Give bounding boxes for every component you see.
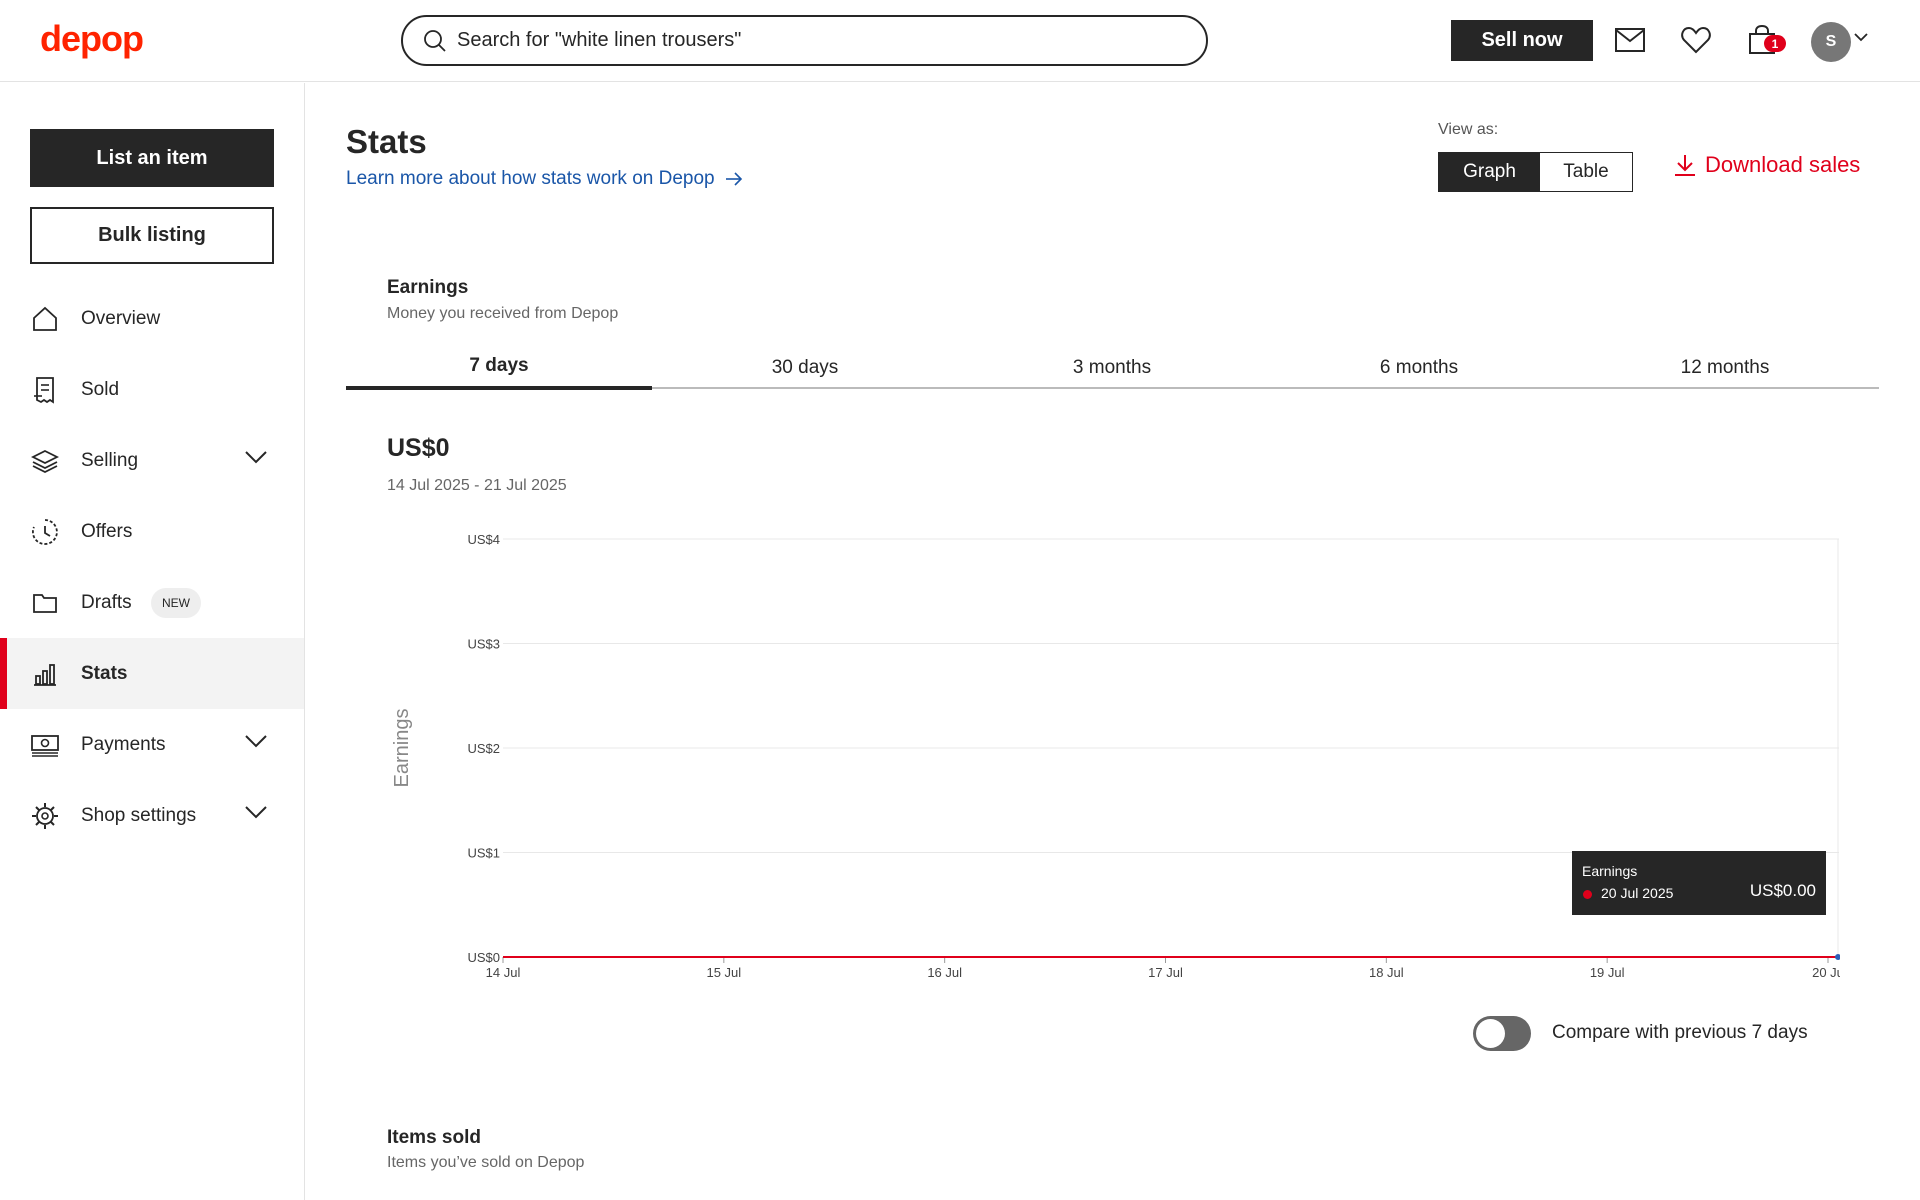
clock-arrow-icon bbox=[30, 517, 60, 547]
chart-tooltip: Earnings 20 Jul 2025 US$0.00 bbox=[1572, 851, 1826, 915]
sell-now-button[interactable]: Sell now bbox=[1451, 20, 1593, 61]
list-item-button[interactable]: List an item bbox=[30, 129, 274, 187]
sidebar-item-label: Drafts bbox=[81, 591, 132, 613]
series-end-point bbox=[1835, 954, 1841, 960]
receipt-icon bbox=[30, 375, 60, 405]
earnings-subtitle: Money you received from Depop bbox=[387, 305, 619, 322]
chevron-down-icon[interactable] bbox=[244, 733, 268, 749]
tab-12-months[interactable]: 12 months bbox=[1572, 346, 1878, 389]
y-tick-label: US$2 bbox=[467, 741, 500, 756]
layers-icon bbox=[30, 446, 60, 476]
top-header: depop Sell now 1 S bbox=[0, 0, 1920, 82]
sidebar: List an item Bulk listing Overview Sold … bbox=[0, 83, 305, 1200]
view-graph-button[interactable]: Graph bbox=[1439, 153, 1540, 191]
bulk-listing-button[interactable]: Bulk listing bbox=[30, 207, 274, 264]
sidebar-item-label: Sold bbox=[81, 378, 120, 400]
sidebar-item-label: Payments bbox=[81, 733, 166, 755]
sidebar-item-label: Selling bbox=[81, 449, 139, 471]
x-tick-label: 15 Jul bbox=[706, 965, 741, 980]
view-toggle: Graph Table bbox=[1438, 152, 1633, 192]
tab-6-months[interactable]: 6 months bbox=[1266, 346, 1572, 389]
new-badge: NEW bbox=[151, 587, 201, 618]
search-bar[interactable] bbox=[401, 15, 1208, 66]
cart-count-badge: 1 bbox=[1764, 35, 1786, 52]
sidebar-item-label: Shop settings bbox=[81, 804, 197, 826]
learn-more-link[interactable]: Learn more about how stats work on Depop bbox=[346, 168, 743, 190]
tooltip-date: 20 Jul 2025 bbox=[1601, 885, 1674, 901]
x-tick-label: 20 Ju bbox=[1812, 965, 1840, 980]
sidebar-item-sold[interactable]: Sold bbox=[0, 354, 304, 425]
sidebar-item-overview[interactable]: Overview bbox=[0, 283, 304, 354]
period-tabs: 7 days 30 days 3 months 6 months 12 mont… bbox=[346, 346, 1879, 390]
y-tick-label: US$0 bbox=[467, 950, 500, 965]
sidebar-item-stats[interactable]: Stats bbox=[0, 638, 304, 709]
items-sold-subtitle: Items you’ve sold on Depop bbox=[387, 1154, 585, 1171]
folder-icon bbox=[30, 588, 60, 618]
tooltip-series-dot bbox=[1583, 890, 1592, 899]
earnings-amount: US$0 bbox=[387, 434, 450, 462]
x-tick-label: 19 Jul bbox=[1590, 965, 1625, 980]
arrow-right-icon bbox=[725, 172, 742, 186]
compare-label: Compare with previous 7 days bbox=[1552, 1022, 1808, 1043]
avatar[interactable]: S bbox=[1811, 22, 1851, 62]
messages-icon[interactable] bbox=[1612, 22, 1648, 58]
toggle-knob bbox=[1476, 1019, 1505, 1048]
x-tick-label: 16 Jul bbox=[927, 965, 962, 980]
banknote-icon bbox=[30, 730, 60, 760]
depop-logo[interactable]: depop bbox=[40, 18, 144, 60]
x-tick-label: 14 Jul bbox=[486, 965, 521, 980]
y-tick-label: US$4 bbox=[467, 532, 500, 547]
tooltip-value: US$0.00 bbox=[1749, 881, 1816, 900]
learn-more-label: Learn more about how stats work on Depop bbox=[346, 168, 715, 189]
sidebar-item-selling[interactable]: Selling bbox=[0, 425, 304, 496]
sidebar-item-payments[interactable]: Payments bbox=[0, 709, 304, 780]
tooltip-title: Earnings bbox=[1582, 863, 1638, 879]
view-table-button[interactable]: Table bbox=[1540, 153, 1632, 191]
gear-icon bbox=[30, 801, 60, 831]
earnings-chart-svg: US$0 US$1 US$2 US$3 US$4 14 Jul 15 Jul 16 Jul 17… bbox=[391, 532, 1844, 980]
search-input[interactable] bbox=[457, 29, 1177, 52]
heart-icon[interactable] bbox=[1678, 22, 1714, 58]
sidebar-item-drafts[interactable]: Drafts NEW bbox=[0, 567, 304, 638]
items-sold-title: Items sold bbox=[387, 1127, 481, 1148]
search-icon bbox=[424, 29, 446, 52]
view-as-label: View as: bbox=[1438, 121, 1499, 138]
tab-7-days[interactable]: 7 days bbox=[346, 346, 652, 390]
tab-30-days[interactable]: 30 days bbox=[652, 346, 958, 389]
sidebar-item-label: Offers bbox=[81, 520, 133, 542]
download-sales-label: Download sales bbox=[1705, 152, 1861, 177]
compare-toggle[interactable] bbox=[1473, 1016, 1531, 1051]
y-axis-title: Earnings bbox=[391, 709, 413, 788]
sidebar-item-offers[interactable]: Offers bbox=[0, 496, 304, 567]
date-range: 14 Jul 2025 - 21 Jul 2025 bbox=[387, 477, 567, 494]
bar-chart-icon bbox=[30, 659, 60, 689]
sidebar-item-label: Overview bbox=[81, 307, 161, 329]
chevron-down-icon[interactable] bbox=[244, 449, 268, 465]
sidebar-item-shop-settings[interactable]: Shop settings bbox=[0, 780, 304, 851]
download-icon bbox=[1675, 155, 1695, 176]
earnings-title: Earnings bbox=[387, 277, 469, 298]
chevron-down-icon[interactable] bbox=[244, 804, 268, 820]
y-tick-label: US$3 bbox=[467, 637, 500, 652]
x-tick-label: 17 Jul bbox=[1148, 965, 1183, 980]
tab-3-months[interactable]: 3 months bbox=[959, 346, 1265, 389]
page-title: Stats bbox=[346, 123, 427, 160]
chevron-down-icon[interactable] bbox=[1854, 32, 1868, 42]
sidebar-item-label: Stats bbox=[81, 662, 128, 684]
home-icon bbox=[30, 304, 60, 334]
x-tick-label: 18 Jul bbox=[1369, 965, 1404, 980]
download-sales-button[interactable]: Download sales bbox=[1673, 152, 1860, 178]
earnings-chart: US$0 US$1 US$2 US$3 US$4 14 Jul 15 Jul 16 Jul 17… bbox=[380, 520, 1844, 985]
y-tick-label: US$1 bbox=[467, 846, 500, 861]
